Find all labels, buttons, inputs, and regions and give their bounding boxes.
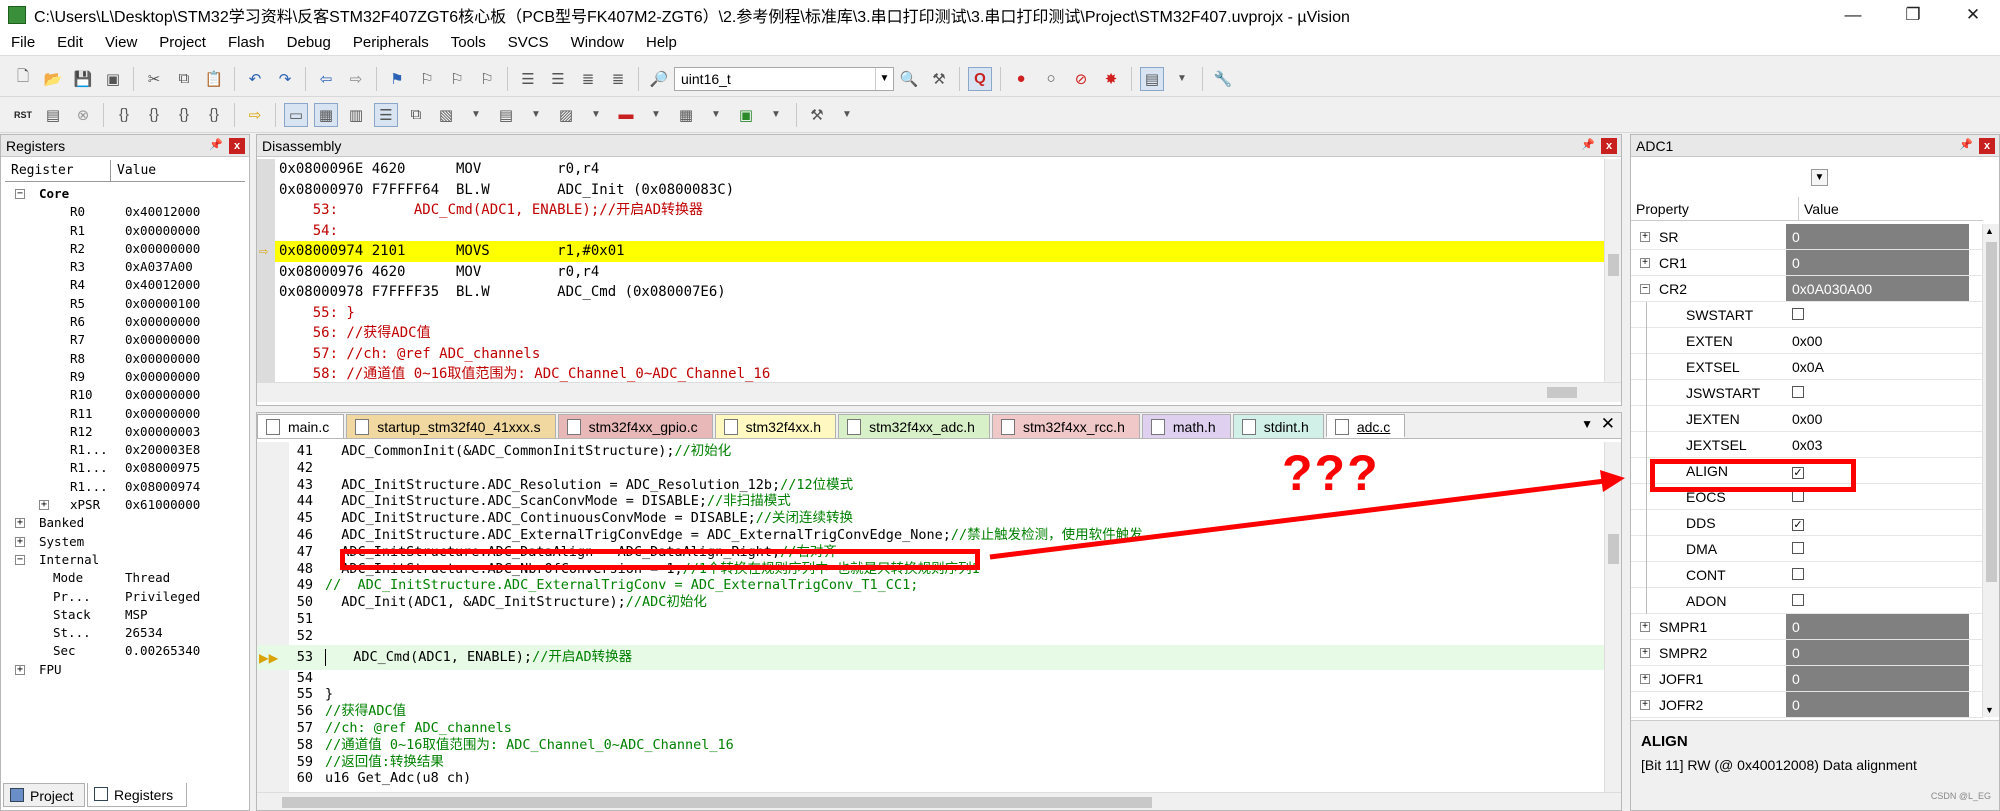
annotation-arrow-line: [989, 478, 1606, 560]
annotation-arrow-head: [1600, 470, 1625, 492]
uvision-window: C:\Users\L\Desktop\STM32学习资料\反客STM32F407…: [0, 0, 2000, 811]
annotation-arrow: [989, 470, 1625, 560]
